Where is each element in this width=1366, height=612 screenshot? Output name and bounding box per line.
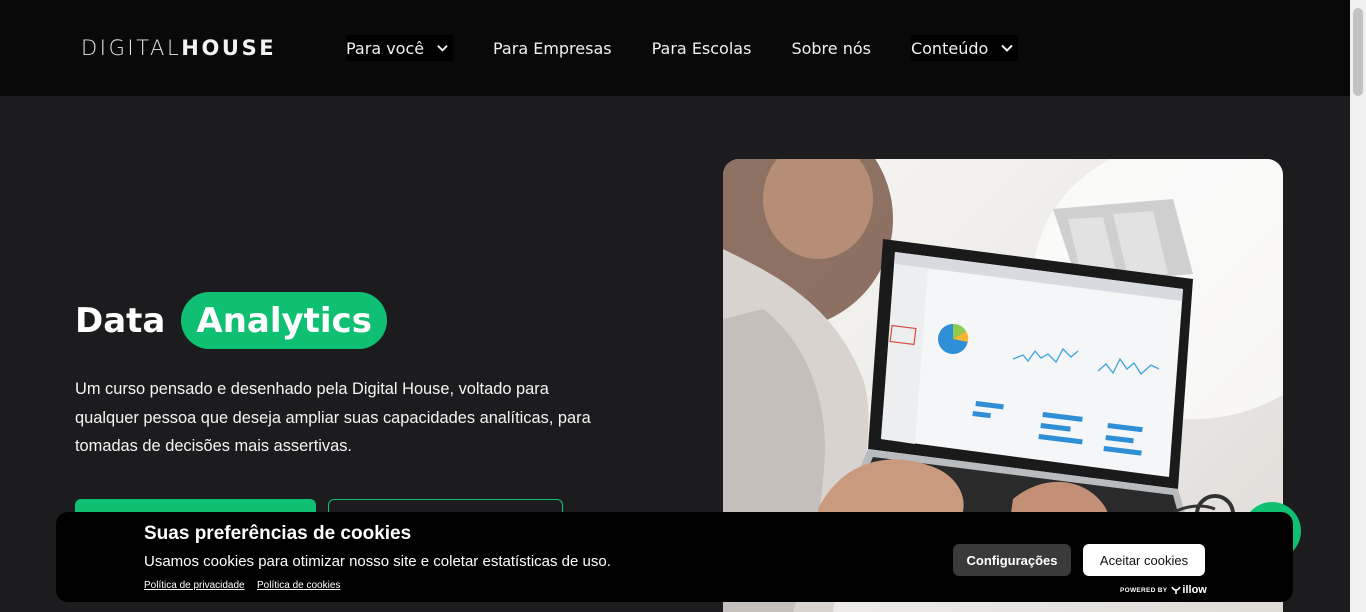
logo-text-bold: HOUSE <box>181 36 277 60</box>
nav-label: Para Empresas <box>493 38 612 58</box>
page-scrollbar[interactable] <box>1350 0 1366 612</box>
nav-label: Sobre nós <box>791 38 871 58</box>
accept-cookies-button[interactable]: Aceitar cookies <box>1083 544 1205 576</box>
powered-brand: illow <box>1182 584 1207 596</box>
nav-label: Para você <box>346 38 425 58</box>
privacy-policy-link[interactable]: Política de privacidade <box>144 580 245 591</box>
cookie-banner: Suas preferências de cookies Usamos cook… <box>56 512 1293 602</box>
cookie-title: Suas preferências de cookies <box>144 523 412 544</box>
chevron-down-icon <box>437 45 448 52</box>
course-description: Um curso pensado e desenhado pela Digita… <box>75 380 591 455</box>
cookie-text: Usamos cookies para otimizar nosso site … <box>144 553 611 570</box>
cookie-settings-button[interactable]: Configurações <box>953 544 1071 576</box>
nav-item-conteudo[interactable]: Conteúdo <box>910 35 1019 61</box>
illow-logo-icon <box>1171 586 1182 594</box>
scrollbar-thumb[interactable] <box>1353 8 1363 96</box>
nav-label: Conteúdo <box>910 38 989 58</box>
site-header: DIGITALHOUSE Para você Para Empresas Par… <box>0 0 1350 96</box>
main-nav: Para você Para Empresas Para Escolas Sob… <box>346 35 1019 61</box>
nav-item-sobre-nos[interactable]: Sobre nós <box>791 35 871 61</box>
nav-item-para-escolas[interactable]: Para Escolas <box>652 35 752 61</box>
powered-by-label: POWERED BY <box>1120 586 1168 594</box>
nav-label: Para Escolas <box>651 38 752 58</box>
logo-text-light: DIGITAL <box>81 36 182 60</box>
page-title: Data Analytics <box>75 292 387 349</box>
powered-by-illow[interactable]: POWERED BY illow <box>1120 584 1207 596</box>
title-plain: Data <box>75 300 166 341</box>
chevron-down-icon <box>1001 44 1013 52</box>
nav-item-para-voce[interactable]: Para você <box>346 35 453 61</box>
cookie-policy-link[interactable]: Política de cookies <box>257 580 340 591</box>
nav-item-para-empresas[interactable]: Para Empresas <box>493 35 612 61</box>
digital-house-logo[interactable]: DIGITALHOUSE <box>81 36 276 60</box>
title-highlight-pill: Analytics <box>181 292 387 349</box>
